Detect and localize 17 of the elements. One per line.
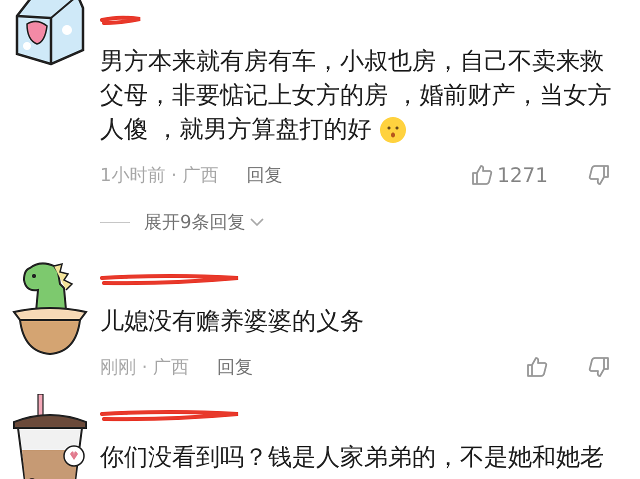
like-button[interactable]	[526, 356, 548, 378]
comment-time: 刚刚 · 广西	[100, 356, 190, 379]
chevron-down-icon	[249, 217, 266, 227]
reply-link[interactable]: 回复	[246, 163, 283, 187]
thumbs-down-icon[interactable]	[588, 164, 610, 186]
redaction-mark	[100, 14, 142, 26]
comment-text: 男方本来就有房有车，小叔也房，自己不卖来救父母，非要惦记上女方的房 ，婚前财产，当女方人傻 ，就男方算盘打的好	[100, 44, 616, 146]
thumbs-up-icon	[526, 356, 548, 378]
thumbs-up-icon	[471, 164, 494, 186]
thumbs-down-icon[interactable]	[588, 356, 610, 378]
comment-text: 儿媳没有赡养婆婆的义务	[100, 306, 365, 337]
like-button[interactable]: 1271	[471, 163, 548, 187]
like-count: 1271	[497, 163, 548, 187]
expand-replies-link[interactable]: 展开9条回复	[144, 210, 266, 234]
reply-link[interactable]: 回复	[217, 355, 254, 379]
comment-time: 1小时前 · 广西	[100, 164, 219, 187]
comment-text: 你们没看到吗？钱是人家弟弟的，不是她和她老	[100, 442, 605, 473]
